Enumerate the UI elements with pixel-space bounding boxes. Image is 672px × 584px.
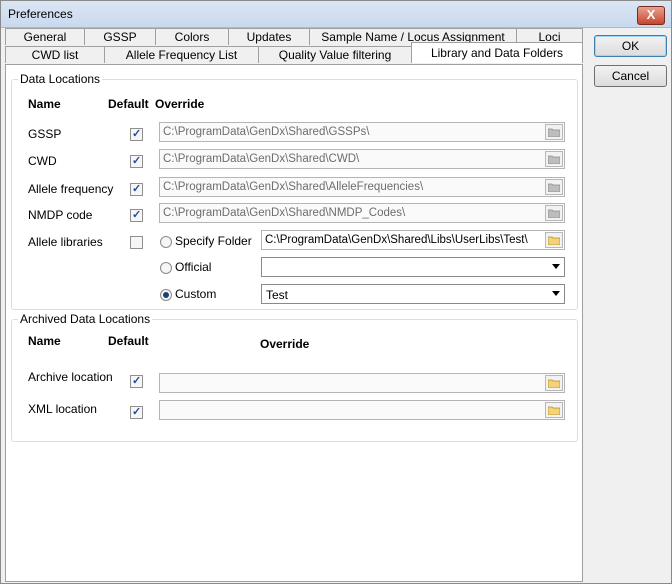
tab-quality-value-filtering[interactable]: Quality Value filtering: [258, 46, 412, 63]
custom-dropdown-value: Test: [266, 288, 289, 302]
nmdp-code-label: NMDP code: [28, 208, 93, 222]
gssp-browse-button[interactable]: [545, 124, 563, 140]
allele-frequency-default-checkbox[interactable]: ✓: [130, 183, 143, 196]
cwd-path-value: C:\ProgramData\GenDx\Shared\CWD\: [163, 153, 360, 165]
nmdp-code-default-checkbox[interactable]: ✓: [130, 209, 143, 222]
gssp-default-checkbox[interactable]: ✓: [130, 128, 143, 141]
official-radio[interactable]: [160, 262, 172, 274]
specify-folder-label: Specify Folder: [175, 234, 252, 248]
custom-dropdown[interactable]: Test: [261, 284, 565, 304]
nmdp-code-path-value: C:\ProgramData\GenDx\Shared\NMDP_Codes\: [163, 207, 406, 219]
ok-button[interactable]: OK: [594, 35, 667, 57]
custom-label: Custom: [175, 287, 217, 301]
title-bar: Preferences X: [1, 1, 671, 28]
folder-icon: [548, 128, 560, 137]
tab-updates[interactable]: Updates: [228, 28, 310, 45]
close-button[interactable]: X: [637, 6, 665, 25]
col-default-header: Default: [108, 97, 149, 111]
tab-allele-frequency-list[interactable]: Allele Frequency List: [104, 46, 259, 63]
specify-folder-radio[interactable]: [160, 236, 172, 248]
tab-library-data-folders[interactable]: Library and Data Folders: [411, 42, 583, 63]
archive-location-browse-button[interactable]: [545, 375, 563, 391]
folder-icon: [548, 183, 560, 192]
data-locations-title: Data Locations: [18, 72, 103, 86]
library-data-folders-panel: Data Locations Name Default Override GSS…: [5, 64, 583, 582]
custom-radio[interactable]: [160, 289, 172, 301]
cwd-path-field[interactable]: C:\ProgramData\GenDx\Shared\CWD\: [159, 149, 565, 169]
archived-col-default-header: Default: [108, 334, 149, 348]
nmdp-code-browse-button[interactable]: [545, 205, 563, 221]
radio-selected-dot: [163, 292, 169, 298]
specify-folder-path-field[interactable]: C:\ProgramData\GenDx\Shared\Libs\UserLib…: [261, 230, 565, 250]
xml-location-label: XML location: [28, 402, 97, 416]
allele-frequency-label: Allele frequency: [28, 182, 114, 196]
official-label: Official: [175, 260, 212, 274]
allele-frequency-path-value: C:\ProgramData\GenDx\Shared\AlleleFreque…: [163, 181, 424, 193]
folder-icon: [548, 209, 560, 218]
archive-location-path-field[interactable]: [159, 373, 565, 393]
xml-location-browse-button[interactable]: [545, 402, 563, 418]
cwd-default-checkbox[interactable]: ✓: [130, 155, 143, 168]
cwd-label: CWD: [28, 154, 57, 168]
allele-libraries-default-checkbox[interactable]: [130, 236, 143, 249]
archived-col-name-header: Name: [28, 334, 61, 348]
preferences-window: Preferences X General GSSP Colors Update…: [0, 0, 672, 584]
gssp-path-field[interactable]: C:\ProgramData\GenDx\Shared\GSSPs\: [159, 122, 565, 142]
archived-col-override-header: Override: [260, 337, 310, 351]
archive-location-label: Archive location: [28, 370, 113, 384]
allele-libraries-label: Allele libraries: [28, 235, 103, 249]
folder-icon: [548, 406, 560, 415]
col-override-header: Override: [155, 97, 205, 111]
specify-folder-browse-button[interactable]: [545, 232, 563, 248]
data-locations-group: Data Locations Name Default Override GSS…: [11, 72, 578, 310]
allele-frequency-path-field[interactable]: C:\ProgramData\GenDx\Shared\AlleleFreque…: [159, 177, 565, 197]
gssp-path-value: C:\ProgramData\GenDx\Shared\GSSPs\: [163, 126, 370, 138]
cwd-browse-button[interactable]: [545, 151, 563, 167]
archive-location-default-checkbox[interactable]: ✓: [130, 375, 143, 388]
col-name-header: Name: [28, 97, 61, 111]
tab-general[interactable]: General: [5, 28, 85, 45]
xml-location-path-field[interactable]: [159, 400, 565, 420]
nmdp-code-path-field[interactable]: C:\ProgramData\GenDx\Shared\NMDP_Codes\: [159, 203, 565, 223]
tab-colors[interactable]: Colors: [155, 28, 229, 45]
folder-icon: [548, 379, 560, 388]
archived-data-locations-title: Archived Data Locations: [18, 312, 153, 326]
archived-data-locations-group: Archived Data Locations Name Default Ove…: [11, 312, 578, 442]
cancel-button[interactable]: Cancel: [594, 65, 667, 87]
gssp-label: GSSP: [28, 127, 62, 141]
dialog-client: General GSSP Colors Updates Sample Name …: [1, 28, 671, 583]
chevron-down-icon: [552, 291, 560, 296]
folder-icon: [548, 236, 560, 245]
xml-location-default-checkbox[interactable]: ✓: [130, 406, 143, 419]
tab-row-front: CWD list Allele Frequency List Quality V…: [5, 42, 583, 64]
specify-folder-path-value: C:\ProgramData\GenDx\Shared\Libs\UserLib…: [265, 234, 528, 246]
allele-frequency-browse-button[interactable]: [545, 179, 563, 195]
tab-cwd-list[interactable]: CWD list: [5, 46, 105, 63]
window-title: Preferences: [8, 7, 73, 21]
chevron-down-icon: [552, 264, 560, 269]
folder-icon: [548, 155, 560, 164]
official-dropdown[interactable]: [261, 257, 565, 277]
tab-gssp[interactable]: GSSP: [84, 28, 156, 45]
